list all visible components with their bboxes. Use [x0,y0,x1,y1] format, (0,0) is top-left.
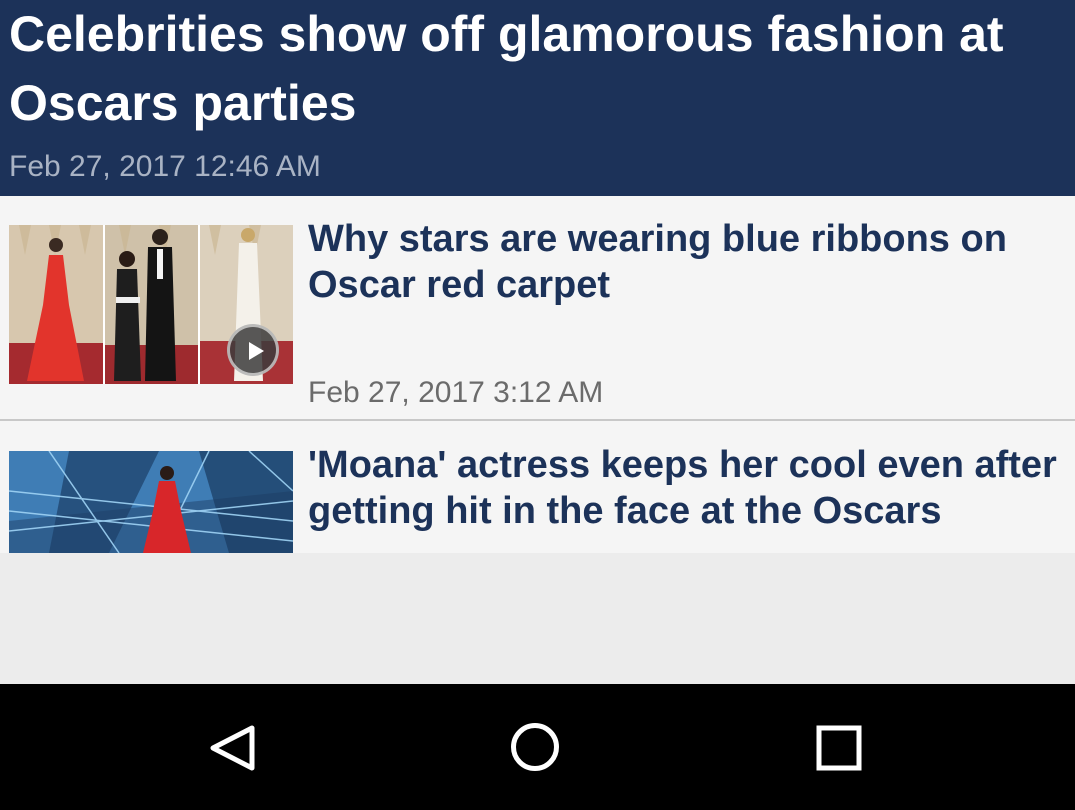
article-thumbnail[interactable] [9,451,293,553]
home-icon [511,723,559,771]
stage-photo [9,451,293,553]
recent-apps-icon [816,725,862,771]
list-item[interactable]: 'Moana' actress keeps her cool even afte… [0,422,1075,553]
list-item[interactable]: Why stars are wearing blue ribbons on Os… [0,196,1075,421]
article-headline[interactable]: 'Moana' actress keeps her cool even afte… [308,442,1058,534]
back-icon [210,725,255,771]
system-nav-bar [0,684,1075,810]
featured-article-date: Feb 27, 2017 12:46 AM [9,150,321,183]
article-thumbnail[interactable] [9,225,293,384]
recent-apps-button[interactable] [779,684,899,810]
article-date: Feb 27, 2017 3:12 AM [308,376,604,409]
home-button[interactable] [475,684,595,810]
back-button[interactable] [175,684,295,810]
article-list: Why stars are wearing blue ribbons on Os… [0,196,1075,553]
featured-article[interactable]: Celebrities show off glamorous fashion a… [0,0,1075,196]
article-headline[interactable]: Why stars are wearing blue ribbons on Os… [308,216,1058,308]
play-video-icon[interactable] [227,324,279,376]
featured-article-title[interactable]: Celebrities show off glamorous fashion a… [9,0,1059,138]
